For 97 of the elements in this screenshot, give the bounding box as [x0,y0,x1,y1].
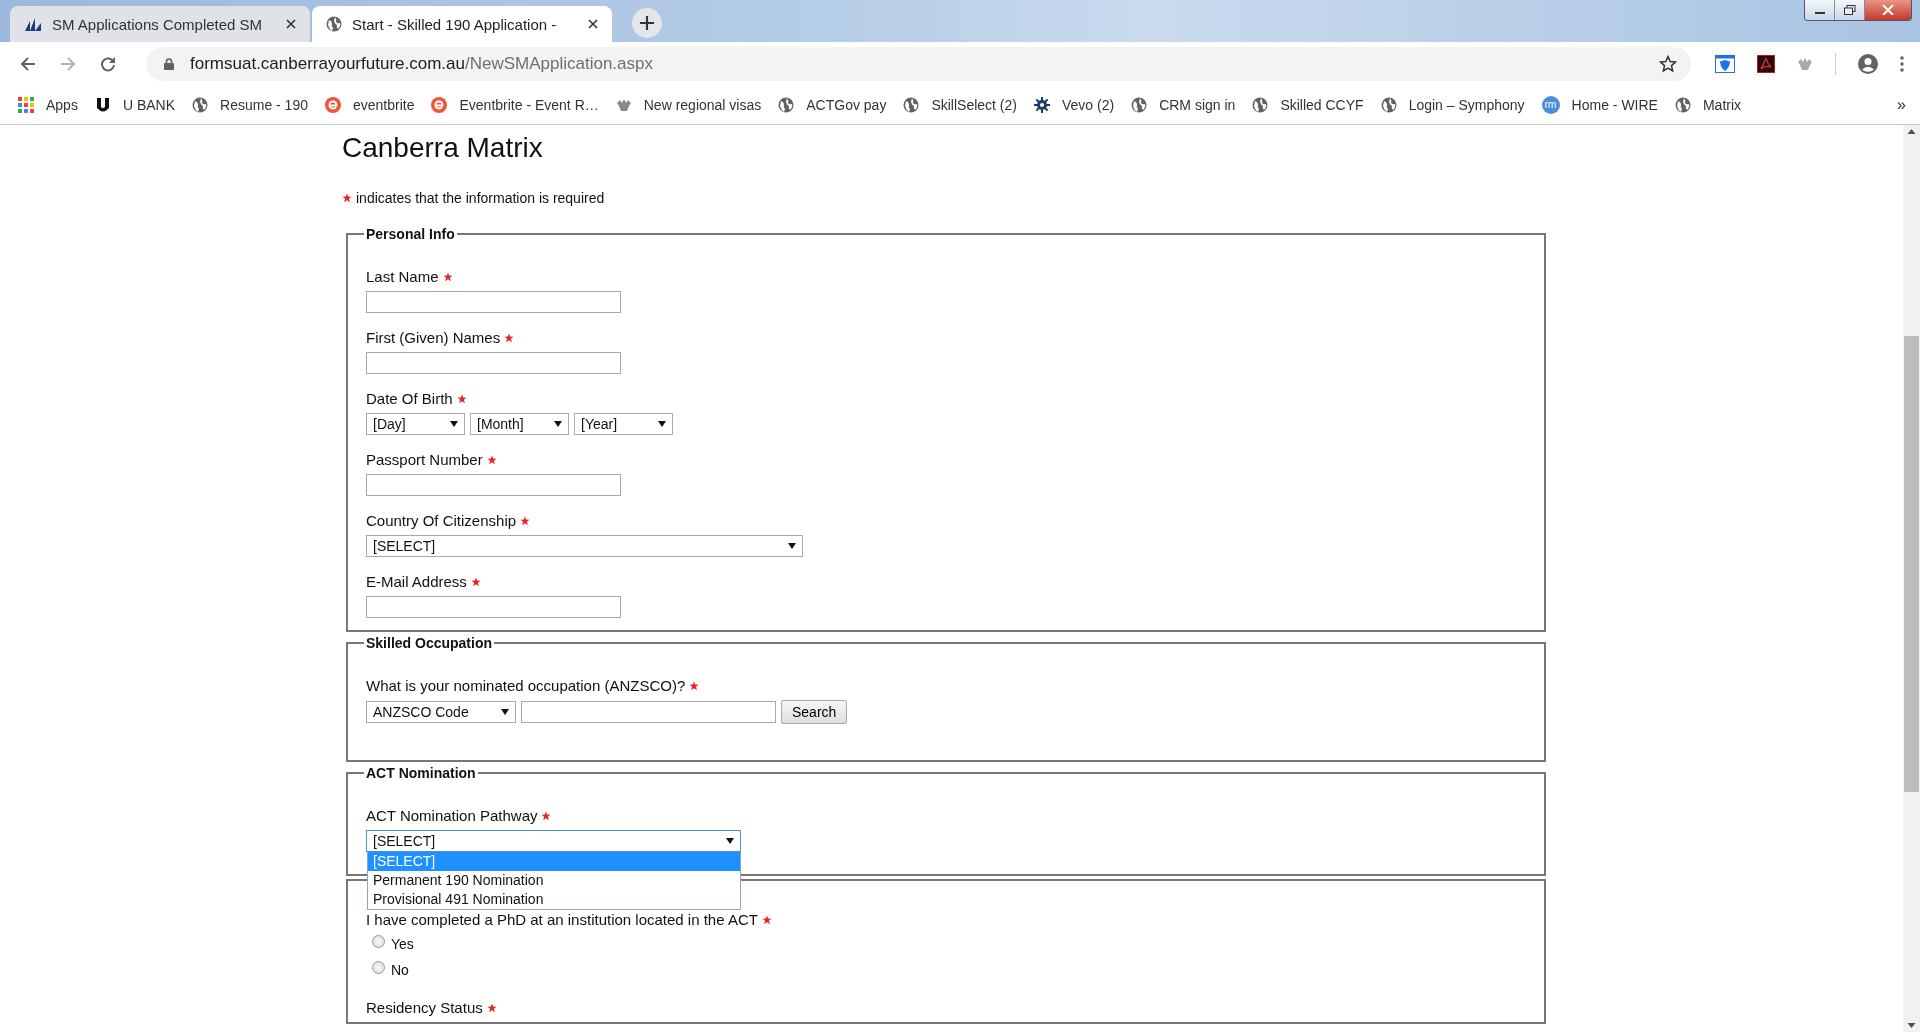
rm-badge-icon: rm [1541,96,1560,114]
reload-icon[interactable] [100,56,116,72]
scroll-down-icon[interactable] [1907,1023,1916,1028]
bookmark-item[interactable]: Eventbrite - Event R… [431,97,599,113]
browser-tab[interactable]: SM Applications Completed SM [10,6,310,42]
page-title: Canberra Matrix [342,131,544,165]
eventbrite-icon [325,97,341,113]
field-label: I have completed a PhD at an institution located in the ACT [366,911,758,929]
field-label: E-Mail Address [366,573,467,591]
lock-icon [164,58,174,70]
input-field[interactable] [366,291,621,313]
caret-icon [554,421,562,427]
minimize-icon [1814,12,1825,14]
caret-icon [788,543,796,549]
field-label: Last Name [366,268,439,286]
gear-icon [1034,97,1050,113]
plus-icon [640,16,654,30]
field-label: First (Given) Names [366,329,501,347]
menu-icon[interactable] [1900,56,1904,72]
globe-icon [1674,97,1691,113]
account-icon[interactable] [1858,54,1878,74]
pdf-icon[interactable] [1757,55,1775,73]
globe-icon [326,16,342,32]
bookmark-item[interactable]: ACTGov pay [778,97,887,113]
required-icon [342,193,352,203]
close-icon[interactable] [588,19,598,29]
bookmark-item[interactable]: Matrix [1674,97,1742,113]
dropdown-option[interactable]: Permanent 190 Nomination [368,871,740,890]
bookmark-item[interactable]: CRM sign in [1131,97,1236,113]
apps-grid-icon [18,97,34,113]
globe-icon [903,97,920,113]
browser-tab[interactable]: Start - Skilled 190 Application - [312,6,612,42]
window-close-button[interactable] [1865,0,1911,20]
required-note: indicates that the information is required [356,190,605,206]
globe-icon [1131,97,1148,113]
radio-button[interactable] [372,960,385,974]
dropdown[interactable]: [Year] [574,413,673,435]
scroll-thumb[interactable] [1904,336,1919,792]
shield-icon[interactable] [1715,55,1735,73]
new-tab-button[interactable] [632,8,662,38]
bookmark-item[interactable]: U BANK [94,97,176,113]
bookmark-item[interactable]: Resume - 190 [192,97,308,113]
dropdown[interactable]: [SELECT] [366,830,741,852]
input-field[interactable] [366,596,621,618]
bookmark-star-icon[interactable] [1659,55,1677,73]
restore-icon [1843,5,1856,15]
section-legend: ACT Nomination [364,765,478,781]
bookmark-item[interactable]: eventbrite [325,97,415,113]
input-field[interactable] [366,474,621,496]
restore-button[interactable] [1835,0,1865,20]
bookmark-item[interactable]: Vevo (2) [1034,97,1115,113]
radio-label: No [391,962,409,978]
section-legend: Skilled Occupation [364,635,495,651]
caret-icon [450,421,458,427]
dropdown[interactable]: [Month] [470,413,569,435]
field-label: Passport Number [366,451,483,469]
address-bar[interactable]: formsuat.canberrayourfuture.com.au/NewSMApplication.aspx [146,47,1691,81]
more-bookmarks-button[interactable]: » [1897,96,1906,114]
bookmark-item[interactable]: Login – Symphony [1380,97,1525,113]
radio-button[interactable] [372,934,385,948]
field-label: What is your nominated occupation (ANZSCO)? [366,677,686,695]
bookmark-item[interactable]: Skilled CCYF [1252,97,1364,113]
bookmark-item[interactable]: SkillSelect (2) [903,97,1017,113]
minimize-button[interactable] [1805,0,1835,20]
caret-icon [726,838,734,844]
crest-icon [615,97,632,113]
close-icon[interactable] [286,19,296,29]
bookmark-item[interactable]: Apps [18,97,78,113]
scroll-up-icon[interactable] [1907,129,1916,134]
logo-icon [94,97,111,113]
close-icon [1882,5,1894,15]
globe-icon [192,97,209,113]
dropdown[interactable]: [Day] [366,413,465,435]
field-label: Residency Status [366,999,483,1017]
globe-icon [1380,97,1397,113]
field-label: Country Of Citizenship [366,512,517,530]
scrollbar[interactable] [1903,125,1920,1032]
globe-icon [1252,97,1269,113]
input-field[interactable] [366,352,621,374]
bookmark-item[interactable]: rm Home - WIRE [1541,96,1658,114]
field-label: Date Of Birth [366,390,453,408]
search-field[interactable] [521,701,776,723]
dropdown[interactable]: ANZSCO Code [366,701,516,723]
field-label: ACT Nomination Pathway [366,807,538,825]
eventbrite-icon [431,97,448,113]
caret-icon [658,421,666,427]
back-icon[interactable] [20,56,36,72]
sails-icon [24,16,42,32]
url-text: formsuat.canberrayourfuture.com.au/NewSMApplication.aspx [190,54,654,74]
globe-icon [778,97,795,113]
radio-label: Yes [391,936,414,952]
dropdown-option[interactable]: Provisional 491 Nomination [368,890,740,909]
caret-icon [501,709,509,715]
section-legend: Personal Info [364,226,457,242]
search-button[interactable]: Search [781,700,848,724]
bookmark-item[interactable]: New regional visas [615,97,762,113]
dropdown[interactable]: [SELECT] [366,535,803,557]
